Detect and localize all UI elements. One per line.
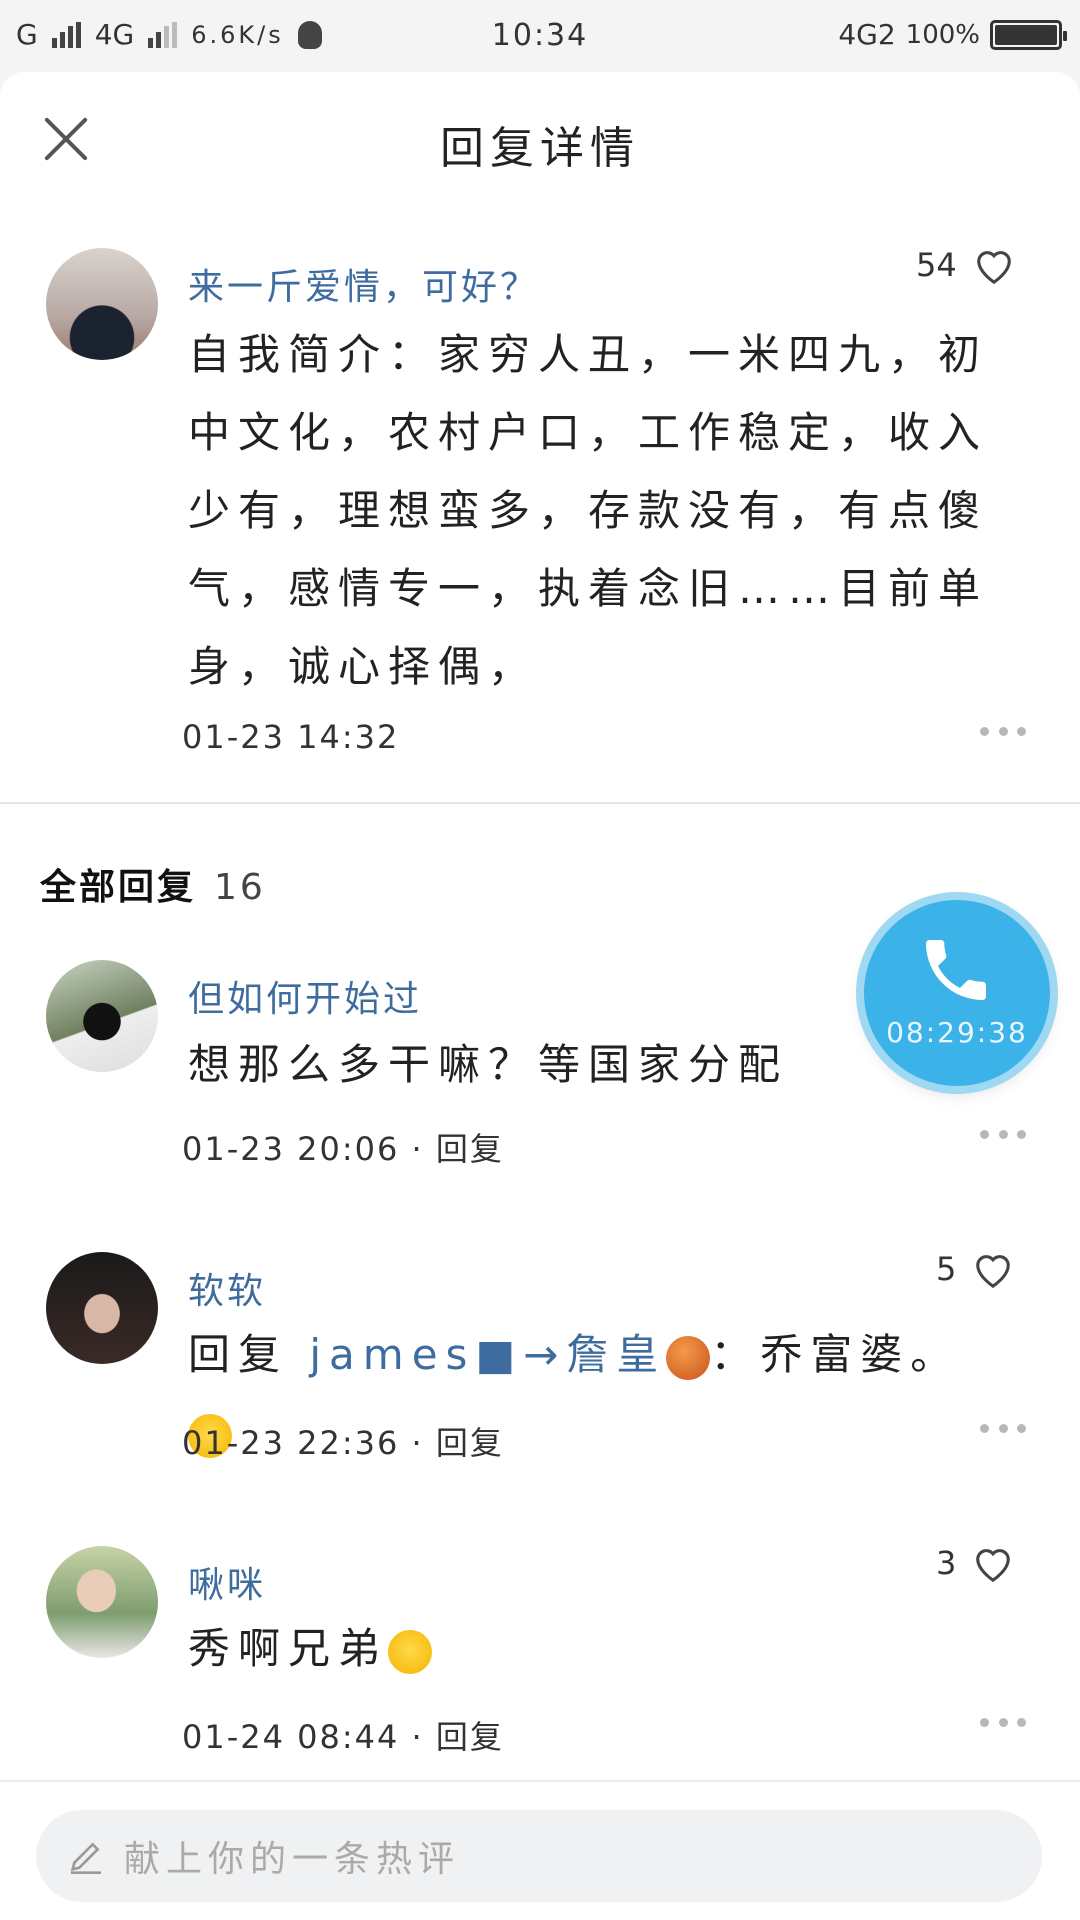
like-button[interactable]: 54 xyxy=(916,244,1017,286)
basketball-icon xyxy=(666,1335,711,1380)
heart-icon xyxy=(976,251,1011,285)
comment-input[interactable]: 献上你的一条热评 xyxy=(36,1810,1042,1902)
reply-link[interactable]: 回复 xyxy=(436,1718,504,1756)
pencil-icon xyxy=(70,1842,101,1874)
heart-icon xyxy=(976,1549,1011,1583)
smile-emoji-icon xyxy=(388,1629,433,1674)
comment-placeholder: 献上你的一条热评 xyxy=(124,1839,461,1880)
mention-link[interactable]: james■→詹皇 xyxy=(309,1330,666,1379)
like-count: 5 xyxy=(936,1250,957,1288)
like-button[interactable]: 5 xyxy=(936,1248,1016,1290)
all-replies-label: 全部回复 xyxy=(40,867,197,908)
reply-link[interactable]: 回复 xyxy=(436,1424,504,1462)
reply-time: 01-23 20:06 xyxy=(182,1130,400,1168)
header: 回复详情 xyxy=(0,72,1080,207)
page-title: 回复详情 xyxy=(440,123,640,174)
reply-prefix: 回复 xyxy=(188,1330,289,1379)
like-button[interactable]: 3 xyxy=(936,1542,1016,1584)
reply-link[interactable]: 回复 xyxy=(436,1130,504,1168)
all-replies-count: 16 xyxy=(214,867,266,908)
reply-meta: 01-24 08:44 · 回复 xyxy=(182,1718,504,1756)
battery-percent: 100% xyxy=(905,19,980,50)
reply-time: 01-24 08:44 xyxy=(182,1718,400,1756)
like-count: 3 xyxy=(936,1544,957,1582)
comment-bar: 献上你的一条热评 xyxy=(0,1780,1080,1920)
more-icon[interactable] xyxy=(980,1130,1026,1142)
reply-nickname[interactable]: 软软 xyxy=(188,1262,266,1314)
reply-meta: 01-23 20:06 · 回复 xyxy=(182,1130,504,1168)
more-icon[interactable] xyxy=(980,1424,1026,1436)
more-icon[interactable] xyxy=(980,727,1026,739)
main-comment-time: 01-23 14:32 xyxy=(182,718,400,756)
call-timer: 08:29:38 xyxy=(886,1016,1028,1049)
status-bar: G 4G 6.6K/s 10:34 4G2 100% xyxy=(0,0,1080,70)
reply-meta: 01-23 22:36 · 回复 xyxy=(182,1424,504,1462)
reply-body: ：乔富婆。 xyxy=(710,1330,961,1379)
divider xyxy=(0,802,1080,804)
battery-icon xyxy=(990,19,1067,50)
avatar[interactable] xyxy=(46,248,158,360)
reply-nickname[interactable]: 但如何开始过 xyxy=(188,970,422,1022)
call-bubble[interactable]: 08:29:38 xyxy=(864,900,1050,1086)
reply-text: 想那么多干嘛？等国家分配 xyxy=(188,1040,789,1089)
network-label-4g2: 4G2 xyxy=(838,18,896,51)
avatar[interactable] xyxy=(46,960,158,1072)
avatar[interactable] xyxy=(46,1252,158,1364)
heart-icon xyxy=(976,1255,1011,1289)
reply-text: 秀啊兄弟 xyxy=(188,1610,988,1688)
avatar[interactable] xyxy=(46,1546,158,1658)
reply-nickname[interactable]: 啾咪 xyxy=(188,1556,266,1608)
reply-time: 01-23 22:36 xyxy=(182,1424,400,1462)
reply-body: 秀啊兄弟 xyxy=(188,1624,389,1673)
like-count: 54 xyxy=(916,246,957,284)
all-replies-heading: 全部回复 16 xyxy=(40,858,266,910)
main-comment-text: 自我简介：家穷人丑，一米四九，初中文化，农村户口，工作稳定，收入少有，理想蛮多，… xyxy=(188,330,989,691)
phone-icon xyxy=(926,940,986,1000)
more-icon[interactable] xyxy=(980,1718,1026,1730)
main-comment-nickname[interactable]: 来一斤爱情，可好？ xyxy=(188,258,539,310)
